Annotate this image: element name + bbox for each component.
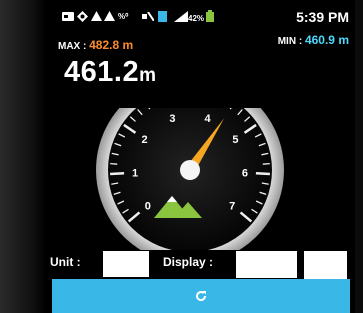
clock: 5:39 PM [296, 9, 349, 25]
gps-icon [77, 11, 88, 22]
gauge-minor-tick [110, 162, 118, 165]
phone-bezel-right [355, 0, 363, 313]
warning-icon [104, 11, 115, 21]
mute-icon [142, 12, 154, 21]
altitude-value: 461.2 [64, 56, 140, 88]
status-bar: %⁰ 42% 5:39 PM [46, 9, 355, 28]
altitude-unit: m [139, 65, 157, 86]
gauge-major-tick [110, 172, 125, 176]
gauge-hub [180, 160, 200, 180]
gauge-dial-label: 5 [232, 134, 238, 146]
card-icon [62, 12, 74, 21]
gauge-dial-label: 4 [204, 113, 211, 125]
current-altitude: 461.2m [64, 56, 156, 89]
max-value: 482.8 m [89, 38, 134, 52]
gauge-dial-label: 6 [242, 168, 248, 180]
altimeter-gauge: 0 1 2 3 4 5 6 7 [96, 108, 284, 250]
unit-label: Unit : [50, 255, 81, 269]
max-altitude: MAX : 482.8 m [58, 38, 133, 52]
refresh-button[interactable] [52, 279, 350, 313]
app-screen: %⁰ 42% 5:39 PM MAX : 482.8 m MIN : 460.9… [46, 0, 355, 313]
gauge-dial-label: 0 [145, 200, 151, 212]
gauge-dial-label: 2 [141, 134, 147, 146]
max-label: MAX : [58, 41, 87, 52]
min-value: 460.9 m [304, 33, 349, 47]
display-select[interactable] [236, 251, 297, 278]
phone-bezel-left [0, 0, 46, 313]
battery-icon [206, 10, 214, 22]
gauge-dial-label: 7 [229, 200, 235, 212]
sim-icon [158, 11, 167, 22]
wifi-icon: %⁰ [118, 12, 129, 21]
signal-icon [174, 11, 188, 22]
refresh-icon [196, 291, 207, 302]
min-altitude: MIN : 460.9 m [278, 33, 349, 47]
display-option-box[interactable] [304, 251, 347, 280]
gauge-major-tick [255, 172, 270, 176]
gauge-dial-label: 1 [132, 168, 138, 180]
battery-percent: 42% [188, 14, 205, 23]
gauge-minor-tick [262, 162, 270, 165]
warning-icon [91, 11, 102, 21]
gauge-dial-label: 3 [169, 113, 175, 125]
unit-select[interactable] [103, 251, 149, 277]
min-label: MIN : [277, 36, 303, 47]
display-label: Display : [163, 255, 214, 269]
